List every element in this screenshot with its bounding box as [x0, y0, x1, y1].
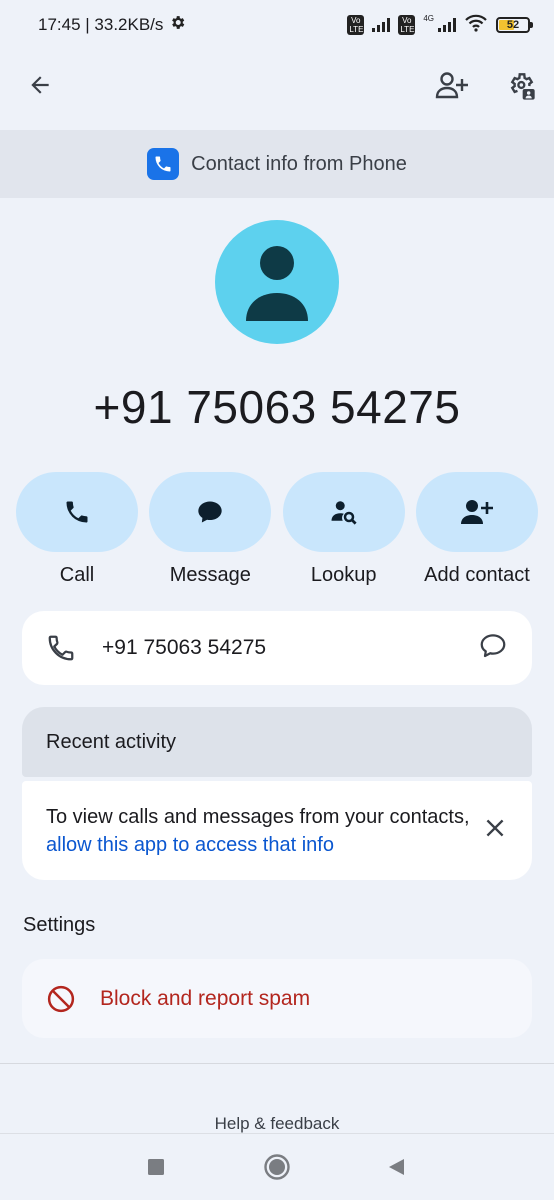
contact-number-title: +91 75063 54275 — [93, 381, 461, 433]
lookup-button[interactable] — [282, 472, 405, 552]
wifi-icon — [464, 14, 488, 37]
phone-number-row[interactable]: +91 75063 54275 — [22, 611, 532, 685]
person-icon — [246, 246, 308, 321]
circle-icon — [264, 1154, 290, 1180]
volte-badge-2: Vo LTE — [398, 15, 416, 35]
send-message-button[interactable] — [478, 631, 508, 666]
permission-message: To view calls and messages from your con… — [46, 803, 482, 859]
network-type: 4G — [423, 13, 434, 23]
lookup-action[interactable]: Lookup — [282, 472, 405, 587]
home-button[interactable] — [262, 1152, 292, 1182]
phone-outline-icon — [48, 635, 74, 661]
battery-level: 52 — [506, 19, 520, 31]
settings-gear-icon — [169, 14, 186, 36]
message-icon — [198, 501, 222, 523]
triangle-back-icon — [389, 1159, 404, 1175]
call-action[interactable]: Call — [16, 472, 138, 587]
recents-button[interactable] — [141, 1152, 171, 1182]
person-add-icon — [435, 72, 468, 99]
phone-icon — [66, 501, 88, 523]
divider — [0, 1063, 554, 1064]
add-contact-button[interactable] — [415, 472, 538, 552]
status-bar: 17:45 | 33.2KB/s Vo LTE Vo LTE 4G 52 — [0, 0, 554, 50]
status-right: Vo LTE Vo LTE 4G 52 — [347, 13, 533, 37]
block-icon — [47, 985, 75, 1012]
message-outline-icon — [480, 633, 506, 657]
arrow-back-icon — [31, 76, 49, 94]
system-nav-bar — [0, 1133, 554, 1200]
message-label: Message — [169, 564, 251, 586]
top-app-bar — [0, 52, 554, 118]
close-icon — [486, 819, 504, 837]
add-contact-action[interactable]: Add contact — [415, 472, 538, 587]
phone-number-text: +91 75063 54275 — [102, 636, 267, 659]
contact-settings-button[interactable] — [496, 61, 544, 109]
message-action[interactable]: Message — [149, 472, 272, 587]
recent-activity-permission-card: To view calls and messages from your con… — [22, 781, 532, 880]
allow-access-link[interactable]: allow this app to access that info — [46, 834, 334, 856]
add-contact-icon — [460, 500, 493, 524]
call-button[interactable] — [16, 472, 138, 552]
recent-activity-header: Recent activity — [22, 707, 532, 777]
banner-text: Contact info from Phone — [191, 152, 407, 175]
add-person-button[interactable] — [428, 61, 476, 109]
signal-icon — [372, 18, 391, 32]
gear-person-icon — [510, 73, 535, 100]
lookup-icon — [331, 501, 357, 525]
phone-app-icon — [147, 148, 180, 180]
time-speed: 17:45 | 33.2KB/s — [38, 15, 164, 34]
message-button[interactable] — [149, 472, 272, 552]
lookup-label: Lookup — [310, 564, 377, 586]
help-feedback-link[interactable]: Help & feedback — [0, 1114, 554, 1134]
block-report-label: Block and report spam — [100, 986, 311, 1010]
signal-icon-2 — [438, 18, 456, 32]
permission-text: To view calls and messages from your con… — [46, 805, 470, 828]
add-contact-label: Add contact — [424, 564, 530, 586]
square-icon — [148, 1159, 164, 1175]
source-banner: Contact info from Phone — [0, 130, 554, 198]
battery-icon: 52 — [496, 17, 533, 33]
back-nav-button[interactable] — [381, 1152, 411, 1182]
back-button[interactable] — [16, 61, 64, 109]
dismiss-button[interactable] — [482, 815, 508, 846]
quick-actions: Call Message Lookup Add contact — [16, 472, 538, 587]
volte-badge: Vo LTE — [347, 15, 365, 35]
contact-avatar — [215, 220, 339, 344]
recent-activity-title: Recent activity — [46, 730, 177, 753]
block-report-button[interactable]: Block and report spam — [22, 959, 532, 1038]
settings-title: Settings — [23, 914, 96, 936]
status-left: 17:45 | 33.2KB/s — [38, 14, 186, 36]
call-label: Call — [59, 564, 95, 586]
